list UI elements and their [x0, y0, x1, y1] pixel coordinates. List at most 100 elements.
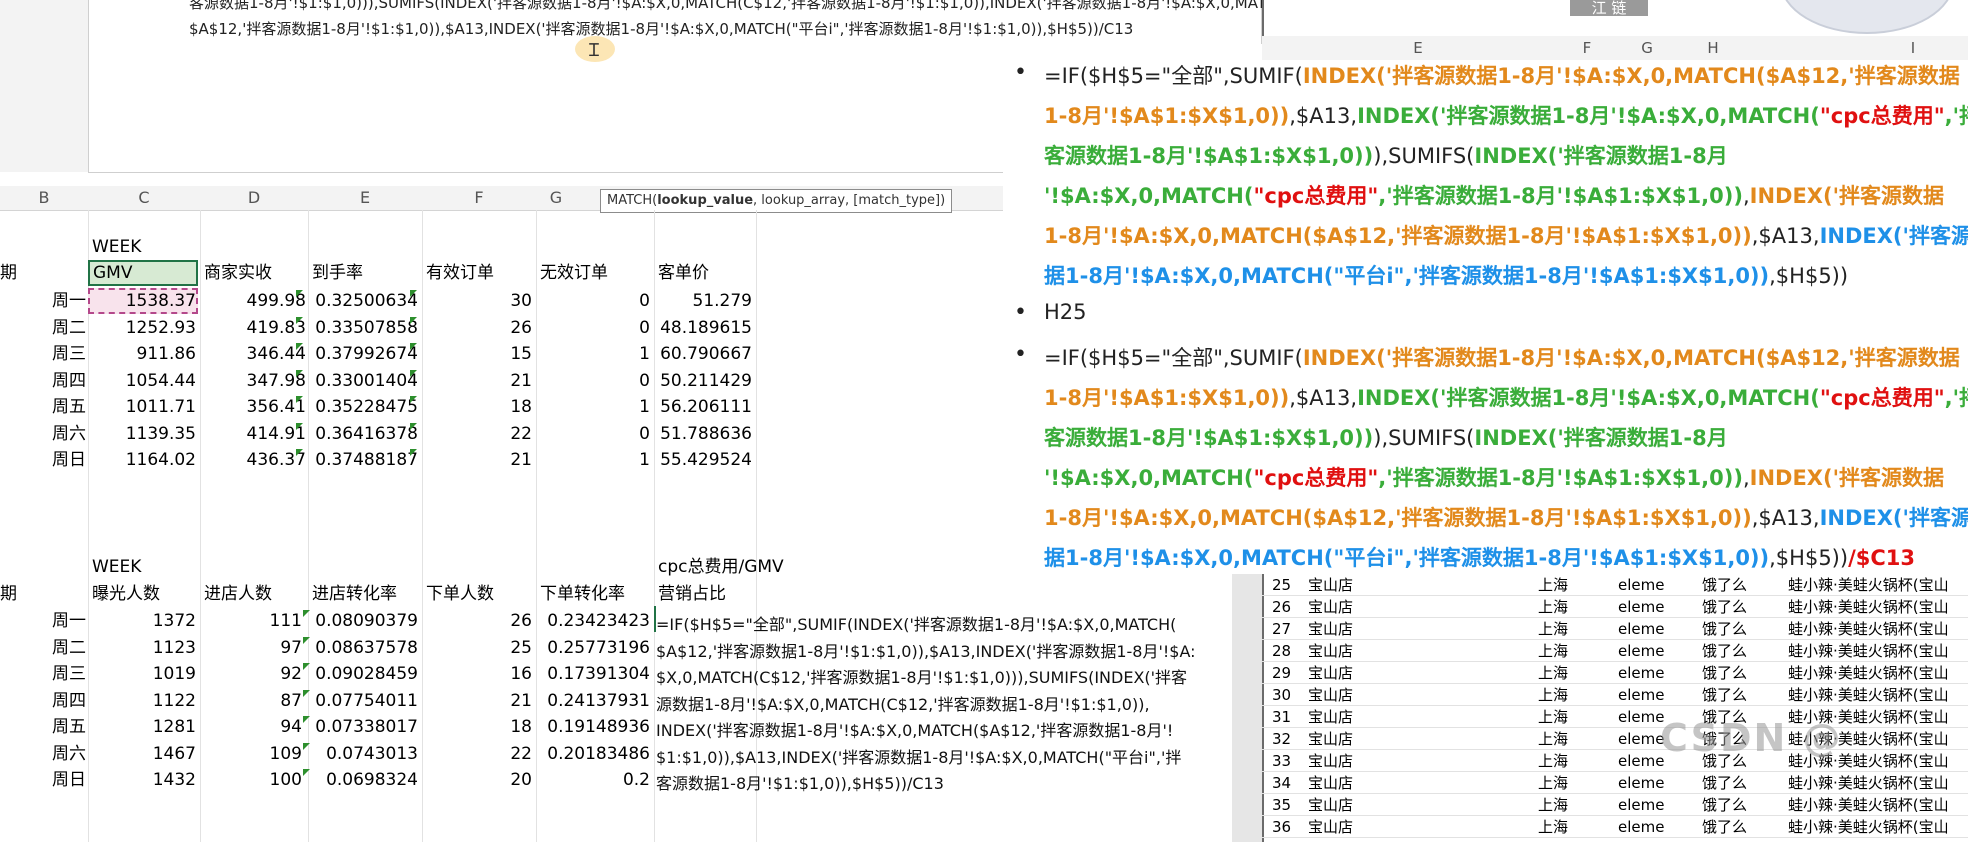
top-table-cell[interactable]: 911.86: [92, 341, 196, 367]
top-table-cell[interactable]: 346.44: [204, 341, 306, 367]
col-header-B[interactable]: B: [0, 186, 88, 210]
row-cell-n: 36: [1272, 818, 1292, 836]
explain-formula-1-line-2: 1-8月'!$A$1:$X$1,0)),$A13,INDEX('拌客源数据1-8…: [1044, 104, 1968, 128]
row-cell-n: 34: [1272, 774, 1292, 792]
col-header-F[interactable]: F: [422, 186, 536, 210]
table-row: 29 宝山店 上海 eleme 饿了么 蛙小辣·美蛙火锅杯(宝山: [0, 662, 1968, 684]
row-cell-platform: eleme: [1618, 686, 1665, 704]
top-table-cell[interactable]: 1: [540, 447, 650, 473]
top-table-cell[interactable]: 414.91: [204, 421, 306, 447]
top-table-cell[interactable]: 0.32500634: [312, 288, 418, 314]
row-cell-city: 上海: [1538, 620, 1569, 638]
text-cursor-icon: Ɪ: [589, 40, 600, 61]
row-cell-app: 饿了么: [1702, 686, 1748, 704]
table-row: 35 宝山店 上海 eleme 饿了么 蛙小辣·美蛙火锅杯(宝山: [0, 794, 1968, 816]
top-table-cell[interactable]: 51.279: [658, 288, 752, 314]
explain-formula-2-line-1: =IF($H$5="全部",SUMIF(INDEX('拌客源数据1-8月'!$A…: [1044, 346, 1960, 370]
row-cell-n: 26: [1272, 598, 1292, 616]
top-table-cell[interactable]: 26: [426, 315, 532, 341]
top-row-day: 周四: [52, 370, 86, 391]
table-row: 27 宝山店 上海 eleme 饿了么 蛙小辣·美蛙火锅杯(宝山: [0, 618, 1968, 640]
table-row: 34 宝山店 上海 eleme 饿了么 蛙小辣·美蛙火锅杯(宝山: [0, 772, 1968, 794]
row-cell-item: 蛙小辣·美蛙火锅杯(宝山: [1788, 598, 1949, 616]
top-table-cell[interactable]: 1538.37: [92, 288, 196, 314]
table-row: 36 宝山店 上海 eleme 饿了么 蛙小辣·美蛙火锅杯(宝山: [0, 816, 1968, 838]
top-table-cell[interactable]: 18: [426, 394, 532, 420]
row-cell-store: 宝山店: [1308, 730, 1354, 748]
row-cell-platform: eleme: [1618, 620, 1665, 638]
top-table-cell[interactable]: 0.33507858: [312, 315, 418, 341]
top-table-cell[interactable]: 0: [540, 288, 650, 314]
row-cell-city: 上海: [1538, 664, 1569, 682]
top-row-day: 周六: [52, 423, 86, 444]
explain-formula-2-line-6: 据1-8月'!$A:$X,0,MATCH("平台i",'拌客源数据1-8月'!$…: [1044, 546, 1915, 570]
sheet-button[interactable]: 江 链: [1570, 0, 1648, 16]
top-table-cell[interactable]: 51.788636: [658, 421, 752, 447]
top-table-cell[interactable]: 0.36416378: [312, 421, 418, 447]
bg-col-G: G: [1641, 39, 1653, 57]
row-cell-city: 上海: [1538, 796, 1569, 814]
error-indicator-icon: [410, 422, 417, 430]
top-table-cell[interactable]: 1252.93: [92, 315, 196, 341]
row-cell-platform: eleme: [1618, 664, 1665, 682]
row-cell-city: 上海: [1538, 598, 1569, 616]
top-table-cell[interactable]: 55.429524: [658, 447, 752, 473]
top-table-cell[interactable]: 21: [426, 368, 532, 394]
error-indicator-icon: [296, 396, 303, 403]
row-cell-store: 宝山店: [1308, 774, 1354, 792]
col-header-C[interactable]: C: [88, 186, 200, 210]
top-table-cell[interactable]: 0: [540, 315, 650, 341]
top-table-cell[interactable]: 347.98: [204, 368, 306, 394]
top-table-cell[interactable]: 1: [540, 394, 650, 420]
explain-formula-1-line-3: 客源数据1-8月'!$A$1:$X$1,0))),SUMIFS(INDEX('拌…: [1044, 144, 1728, 168]
row-cell-item: 蛙小辣·美蛙火锅杯(宝山: [1788, 796, 1949, 814]
row-cell-city: 上海: [1538, 818, 1569, 836]
top-table-cell[interactable]: 0.37488187: [312, 447, 418, 473]
top-table-cell[interactable]: 1139.35: [92, 421, 196, 447]
top-table-cell[interactable]: 15: [426, 341, 532, 367]
top-table-cell[interactable]: 356.41: [204, 394, 306, 420]
table-row: 26 宝山店 上海 eleme 饿了么 蛙小辣·美蛙火锅杯(宝山: [0, 596, 1968, 618]
top-table-cell[interactable]: 1054.44: [92, 368, 196, 394]
bullet-1: •: [1014, 60, 1027, 85]
col-header-E[interactable]: E: [308, 186, 422, 210]
top-table-cell[interactable]: 0: [540, 421, 650, 447]
row-cell-app: 饿了么: [1702, 664, 1748, 682]
top-table-cell[interactable]: 50.211429: [658, 368, 752, 394]
top-table-cell[interactable]: 60.790667: [658, 341, 752, 367]
top-table-cell[interactable]: 0: [540, 368, 650, 394]
row-cell-item: 蛙小辣·美蛙火锅杯(宝山: [1788, 818, 1949, 836]
error-indicator-icon: [410, 316, 417, 324]
top-table-cell[interactable]: 1164.02: [92, 447, 196, 473]
top-table-cell[interactable]: 30: [426, 288, 532, 314]
row-cell-store: 宝山店: [1308, 576, 1354, 594]
top-table-cell[interactable]: 499.98: [204, 288, 306, 314]
col-header-G[interactable]: G: [536, 186, 576, 210]
row-cell-n: 35: [1272, 796, 1292, 814]
header-avg-order: 客单价: [658, 263, 709, 283]
top-table-cell[interactable]: 56.206111: [658, 394, 752, 420]
explain-formula-2-line-2: 1-8月'!$A$1:$X$1,0)),$A13,INDEX('拌客源数据1-8…: [1044, 386, 1968, 410]
top-table-cell[interactable]: 22: [426, 421, 532, 447]
row-cell-store: 宝山店: [1308, 686, 1354, 704]
top-table-cell[interactable]: 0.37992674: [312, 341, 418, 367]
top-table-cell[interactable]: 1: [540, 341, 650, 367]
top-table-cell[interactable]: 436.37: [204, 447, 306, 473]
top-table-cell[interactable]: 419.83: [204, 315, 306, 341]
bg-col-I: I: [1910, 39, 1916, 57]
row-cell-app: 饿了么: [1702, 576, 1748, 594]
top-table-cell[interactable]: 48.189615: [658, 315, 752, 341]
top-table-cell[interactable]: 21: [426, 447, 532, 473]
top-table-cell[interactable]: 0.33001404: [312, 368, 418, 394]
top-table-cell[interactable]: 1011.71: [92, 394, 196, 420]
error-indicator-icon: [296, 290, 303, 297]
row-cell-item: 蛙小辣·美蛙火锅杯(宝山: [1788, 686, 1949, 704]
top-table-cell[interactable]: 0.35228475: [312, 394, 418, 420]
row-cell-n: 30: [1272, 686, 1292, 704]
explain-formula-1-line-6: 据1-8月'!$A:$X,0,MATCH("平台i",'拌客源数据1-8月'!$…: [1044, 264, 1849, 288]
col-header-D[interactable]: D: [200, 186, 308, 210]
row-cell-city: 上海: [1538, 686, 1569, 704]
error-indicator-icon: [410, 343, 417, 350]
error-indicator-icon: [296, 343, 303, 350]
explain-formula-1-line-5: 1-8月'!$A:$X,0,MATCH($A$12,'拌客源数据1-8月'!$A…: [1044, 224, 1968, 248]
